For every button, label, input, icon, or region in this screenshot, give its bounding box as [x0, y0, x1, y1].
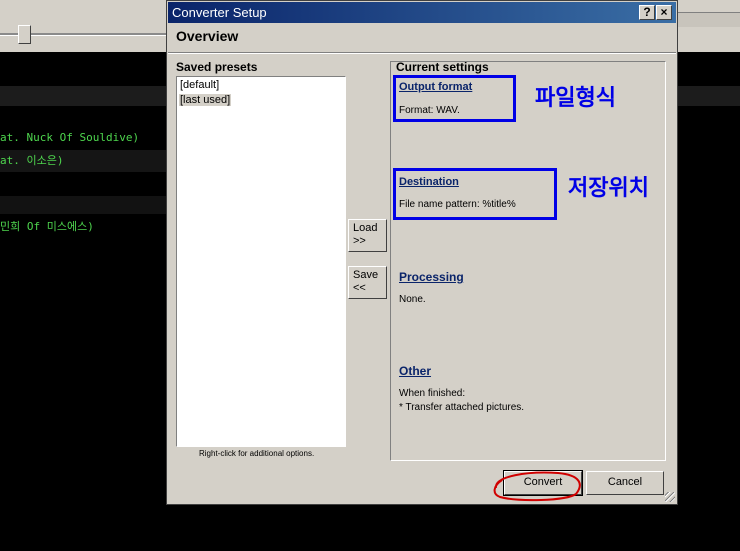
background-playlist-line: 민희 Of 미스에스): [0, 220, 94, 233]
current-settings-label: Current settings: [396, 60, 489, 74]
annotation-circle-convert: [493, 471, 581, 502]
background-volume-track[interactable]: [678, 12, 740, 27]
annotation-format-note: 파일형식: [535, 86, 616, 111]
cancel-button[interactable]: Cancel: [586, 471, 664, 495]
background-header-band: [0, 86, 166, 106]
background-playlist-line: at. 이소은): [0, 154, 64, 167]
help-button[interactable]: ?: [639, 5, 655, 20]
annotation-box-destination: [393, 168, 557, 220]
divider: [168, 53, 676, 54]
saved-presets-label: Saved presets: [176, 60, 258, 74]
load-preset-button[interactable]: Load >>: [348, 219, 387, 252]
other-value-line1: When finished:: [399, 388, 466, 399]
background-playlist-line: at. Nuck Of Souldive): [0, 131, 140, 144]
resize-grip-icon[interactable]: [665, 492, 675, 502]
background-header-band-right: [678, 86, 740, 106]
dialog-title: Converter Setup: [172, 5, 267, 20]
other-link[interactable]: Other: [399, 364, 431, 378]
background-seek-thumb[interactable]: [18, 25, 31, 44]
preset-item-default[interactable]: [default]: [179, 79, 220, 91]
dialog-titlebar[interactable]: Converter Setup ? ×: [168, 2, 676, 23]
annotation-box-output-format: [393, 75, 516, 122]
processing-link[interactable]: Processing: [399, 270, 464, 284]
annotation-location-note: 저장위치: [568, 176, 649, 201]
presets-list[interactable]: [default] [last used]: [176, 76, 346, 447]
other-value-line2: * Transfer attached pictures.: [399, 402, 525, 413]
close-button[interactable]: ×: [656, 5, 672, 20]
page-title: Overview: [176, 28, 239, 44]
presets-hint: Right-click for additional options.: [199, 449, 315, 458]
preset-item-last-used[interactable]: [last used]: [179, 94, 232, 106]
processing-value: None.: [399, 294, 426, 305]
save-preset-button[interactable]: Save <<: [348, 266, 387, 299]
background-row-band: [0, 196, 166, 214]
